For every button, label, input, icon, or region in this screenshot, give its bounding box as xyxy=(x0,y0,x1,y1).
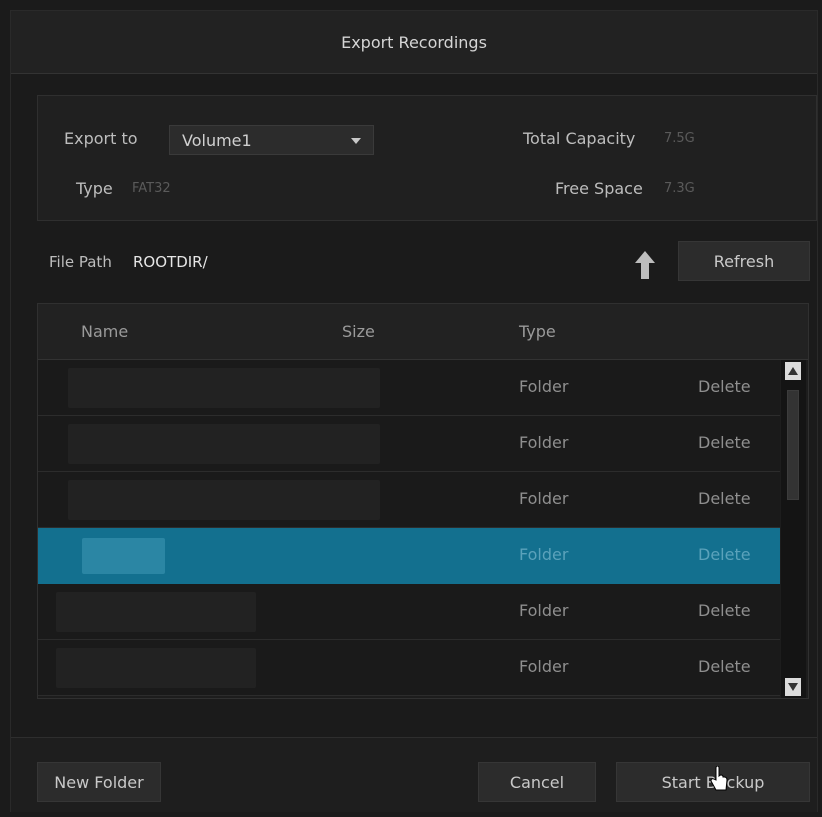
free-space-value: 7.3G xyxy=(664,181,695,196)
scroll-up-arrow-icon[interactable] xyxy=(785,362,801,380)
table-row[interactable]: Folder Delete xyxy=(38,640,780,696)
table-row[interactable]: Folder Delete xyxy=(38,472,780,528)
file-table: Name Size Type Folder Delete Folder Dele… xyxy=(37,303,809,699)
export-to-value: Volume1 xyxy=(182,130,252,150)
file-path-label: File Path xyxy=(49,253,112,271)
delete-button[interactable]: Delete xyxy=(698,545,751,564)
delete-button[interactable]: Delete xyxy=(698,433,751,452)
chevron-down-icon xyxy=(351,138,361,144)
dialog-footer: New Folder Cancel Start Backup xyxy=(11,737,817,812)
cancel-button[interactable]: Cancel xyxy=(478,762,596,802)
refresh-button[interactable]: Refresh xyxy=(678,241,810,281)
redacted-name xyxy=(56,648,256,688)
table-row[interactable]: Folder Delete xyxy=(38,360,780,416)
export-to-label: Export to xyxy=(64,129,138,148)
total-capacity-value: 7.5G xyxy=(664,131,695,146)
table-row[interactable]: Folder Delete xyxy=(38,584,780,640)
type-value: FAT32 xyxy=(132,181,171,196)
delete-button[interactable]: Delete xyxy=(698,601,751,620)
free-space-label: Free Space xyxy=(555,179,643,198)
row-type: Folder xyxy=(519,657,569,676)
export-info-panel: Export to Volume1 Type FAT32 Total Capac… xyxy=(37,95,817,221)
column-header-name: Name xyxy=(81,322,129,341)
delete-button[interactable]: Delete xyxy=(698,657,751,676)
table-row-selected[interactable]: Folder Delete xyxy=(38,528,780,584)
redacted-name xyxy=(68,480,380,520)
delete-button[interactable]: Delete xyxy=(698,489,751,508)
row-type: Folder xyxy=(519,377,569,396)
row-type: Folder xyxy=(519,489,569,508)
table-header: Name Size Type xyxy=(38,304,808,360)
export-to-dropdown[interactable]: Volume1 xyxy=(169,125,374,155)
row-type: Folder xyxy=(519,601,569,620)
row-type: Folder xyxy=(519,433,569,452)
hand-cursor-icon xyxy=(710,766,728,791)
type-label: Type xyxy=(76,179,113,198)
file-path-value: ROOTDIR/ xyxy=(133,253,208,271)
export-recordings-dialog: Export Recordings Export to Volume1 Type… xyxy=(10,10,818,812)
redacted-name xyxy=(68,368,380,408)
up-arrow-icon[interactable] xyxy=(634,249,656,281)
dialog-title: Export Recordings xyxy=(11,11,817,74)
table-row[interactable]: Folder Delete xyxy=(38,416,780,472)
column-header-size: Size xyxy=(342,322,375,341)
redacted-name xyxy=(68,424,380,464)
new-folder-button[interactable]: New Folder xyxy=(37,762,161,802)
scroll-down-arrow-icon[interactable] xyxy=(785,678,801,696)
scrollbar-thumb[interactable] xyxy=(787,390,799,500)
row-type: Folder xyxy=(519,545,569,564)
total-capacity-label: Total Capacity xyxy=(523,129,636,148)
column-header-type: Type xyxy=(519,322,556,341)
redacted-name xyxy=(56,592,256,632)
delete-button[interactable]: Delete xyxy=(698,377,751,396)
redacted-name xyxy=(82,538,165,574)
